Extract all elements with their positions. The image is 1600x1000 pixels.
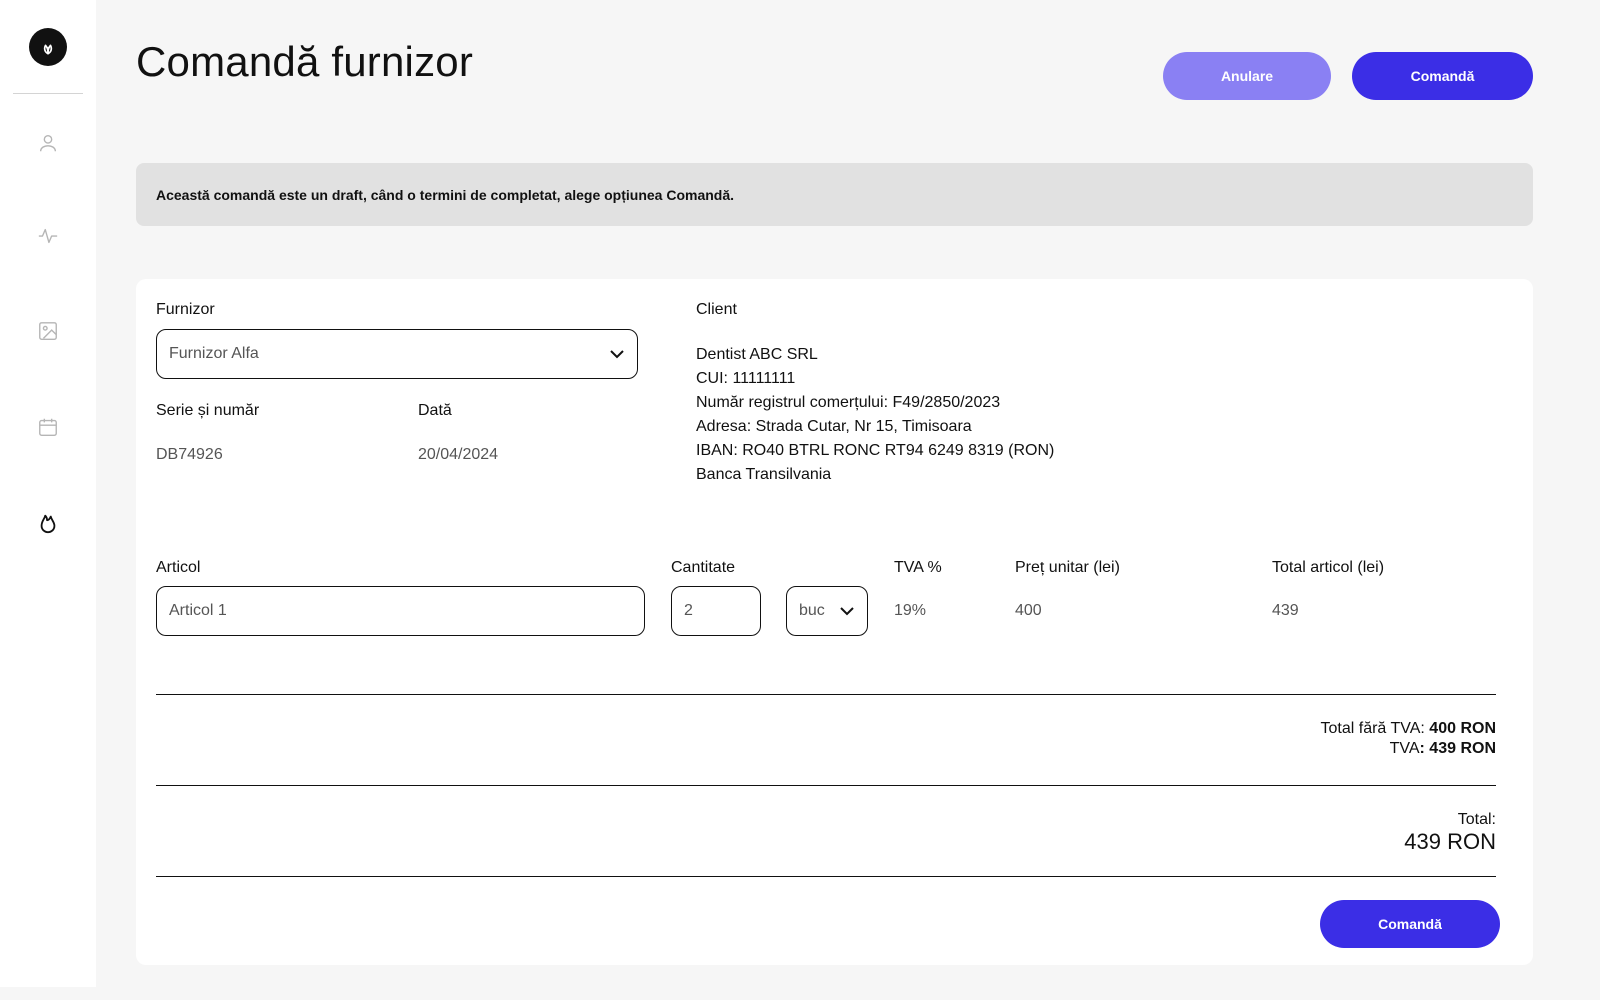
article-header: Articol [156, 559, 201, 576]
client-details: Dentist ABC SRL CUI: 11111111 Număr regi… [696, 343, 1054, 487]
order-form-card: Furnizor Furnizor Alfa Serie și număr DB… [136, 279, 1533, 965]
divider [156, 785, 1496, 786]
sidebar-item-calendar[interactable] [33, 412, 63, 442]
image-icon [39, 322, 57, 340]
quantity-input-value: 2 [684, 602, 693, 619]
flame-icon [40, 514, 56, 534]
total-label: Total: [1457, 811, 1496, 828]
sidebar-item-images[interactable] [33, 316, 63, 346]
draft-banner-text: Această comandă este un draft, când o te… [156, 186, 735, 203]
quantity-input[interactable]: 2 [671, 586, 761, 636]
sidebar-item-user[interactable] [33, 128, 63, 158]
vat-total-value: : 439 RON [1419, 740, 1496, 757]
subtotal-label: Total fără TVA: [1320, 720, 1425, 737]
subtotal-value: 400 RON [1429, 720, 1496, 737]
client-iban: IBAN: RO40 BTRL RONC RT94 6249 8319 (RON… [696, 442, 1055, 459]
client-bank: Banca Transilvania [696, 466, 832, 483]
vat-header: TVA % [894, 559, 942, 576]
unit-select[interactable]: buc [786, 586, 868, 636]
calendar-icon [39, 418, 57, 436]
supplier-select[interactable]: Furnizor Alfa [156, 329, 638, 379]
supplier-select-value: Furnizor Alfa [169, 345, 259, 362]
client-label: Client [696, 301, 737, 318]
sidebar-item-orders[interactable] [33, 508, 63, 538]
unit-price-value: 400 [1015, 602, 1042, 619]
vat-total-label: TVA [1389, 740, 1420, 757]
sidebar [0, 0, 96, 987]
user-icon [39, 134, 57, 152]
series-label: Serie și număr [156, 402, 260, 419]
date-label: Dată [418, 402, 452, 419]
unit-select-value: buc [799, 602, 825, 619]
unit-price-header: Preț unitar (lei) [1015, 559, 1120, 576]
order-button-top[interactable]: Comandă [1352, 52, 1533, 100]
subtotals: Total fără TVA: 400 RON TVA: 439 RON [1321, 719, 1497, 759]
client-name: Dentist ABC SRL [696, 346, 818, 363]
divider [156, 876, 1496, 877]
item-total-header: Total articol (lei) [1272, 559, 1385, 576]
item-total-value: 439 [1272, 602, 1299, 619]
subtotal-row: Total fără TVA: 400 RON [1321, 719, 1497, 739]
page-title: Comandă furnizor [136, 38, 474, 85]
chevron-down-icon [610, 350, 624, 359]
date-value: 20/04/2024 [418, 446, 499, 463]
client-cui: CUI: 11111111 [696, 370, 796, 387]
draft-banner: Această comandă este un draft, când o te… [136, 163, 1533, 226]
cancel-button[interactable]: Anulare [1163, 52, 1331, 100]
total-value: 439 RON [1404, 829, 1496, 854]
client-address: Adresa: Strada Cutar, Nr 15, Timisoara [696, 418, 972, 435]
quantity-header: Cantitate [671, 559, 736, 576]
supplier-label: Furnizor [156, 301, 215, 318]
article-input[interactable]: Articol 1 [156, 586, 645, 636]
divider [156, 694, 1496, 695]
activity-icon [38, 228, 58, 244]
leaf-logo-icon[interactable] [29, 28, 67, 66]
client-registry: Număr registrul comerțului: F49/2850/202… [696, 394, 1001, 411]
article-input-value: Articol 1 [169, 602, 227, 619]
grand-total: Total: 439 RON [1404, 810, 1496, 854]
vat-value: 19% [894, 602, 927, 619]
series-value: DB74926 [156, 446, 223, 463]
vat-row: TVA: 439 RON [1321, 739, 1496, 759]
order-button-bottom[interactable]: Comandă [1320, 900, 1500, 948]
sidebar-divider [13, 93, 83, 94]
sidebar-item-activity[interactable] [33, 221, 63, 251]
chevron-down-icon [840, 607, 854, 616]
